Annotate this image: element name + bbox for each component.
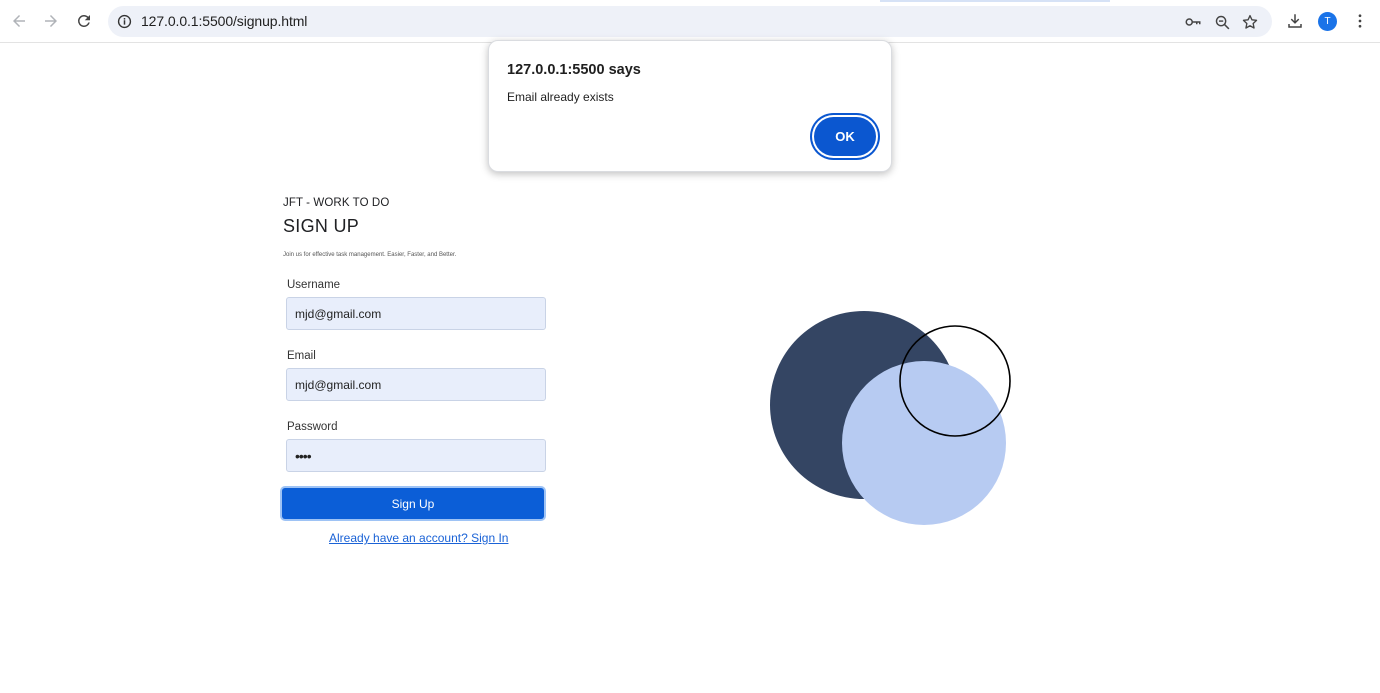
back-button[interactable] [5,7,33,35]
username-field[interactable]: mjd@gmail.com [286,297,546,330]
menu-dots-icon[interactable] [1349,10,1371,32]
decorative-circles-illustration [770,311,1011,525]
profile-avatar[interactable]: T [1318,12,1337,31]
url-text[interactable]: 127.0.0.1:5500/signup.html [141,13,307,29]
zoom-out-icon[interactable] [1212,12,1232,32]
email-field[interactable]: mjd@gmail.com [286,368,546,401]
tab-strip-edge [880,0,1110,2]
brand-name: JFT - WORK TO DO [283,197,390,209]
forward-button[interactable] [37,7,65,35]
page-tagline: Join us for effective task management. E… [283,252,457,258]
bookmark-star-icon[interactable] [1240,12,1260,32]
reload-button[interactable] [70,7,98,35]
dialog-ok-button[interactable]: OK [814,117,876,156]
forward-icon [45,15,57,27]
email-label: Email [287,350,316,362]
alert-dialog: 127.0.0.1:5500 says Email already exists… [488,40,892,172]
light-circle [842,361,1006,525]
password-label: Password [287,421,338,433]
site-info-icon[interactable] [115,12,134,31]
password-key-icon[interactable] [1183,12,1203,32]
dialog-origin: 127.0.0.1:5500 says [507,62,641,78]
browser-toolbar: 127.0.0.1:5500/signup.html T [0,0,1380,43]
download-icon[interactable] [1284,10,1306,32]
dialog-message: Email already exists [507,90,614,104]
reload-icon [77,14,90,27]
page-title: SIGN UP [283,216,360,236]
back-icon [13,15,25,27]
sign-in-link[interactable]: Already have an account? Sign In [329,531,508,545]
username-label: Username [287,279,341,291]
address-bar[interactable]: 127.0.0.1:5500/signup.html [108,6,1272,37]
sign-up-button[interactable]: Sign Up [282,488,544,519]
password-field[interactable]: •••• [286,439,546,472]
